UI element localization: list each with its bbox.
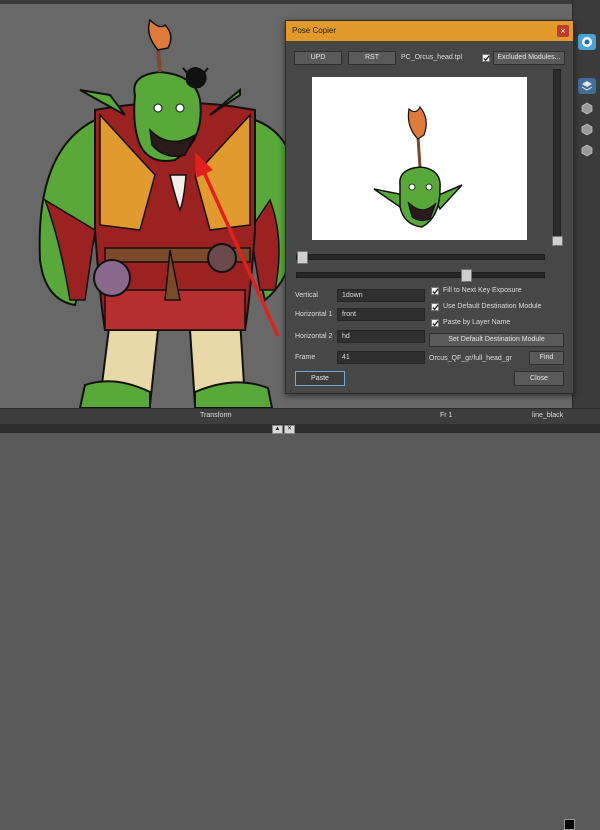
horizontal1-field[interactable]: front	[337, 308, 425, 321]
set-default-destination-button[interactable]: Set Default Destination Module	[429, 333, 564, 347]
pose-copier-dialog: Pose Copier × UPD RST PC_Orcus_head.tpl …	[285, 20, 574, 394]
cube-icon[interactable]	[578, 142, 596, 158]
horizontal2-label: Horizontal 2	[295, 333, 333, 340]
bottom-strip	[0, 424, 600, 433]
paste-by-layer-checkbox[interactable]	[431, 319, 439, 327]
paste-button[interactable]: Paste	[295, 371, 345, 386]
close-icon[interactable]: ×	[557, 25, 569, 37]
frame-field[interactable]: 41	[337, 351, 425, 364]
rst-button[interactable]: RST	[348, 51, 396, 65]
camera-view-icon[interactable]	[578, 34, 596, 50]
cube-icon[interactable]	[578, 121, 596, 137]
right-toolbar	[572, 0, 600, 408]
frame-label: Frame	[295, 354, 316, 361]
upd-button[interactable]: UPD	[294, 51, 342, 65]
vertical-slider-handle[interactable]	[552, 236, 563, 246]
paste-by-layer-label: Paste by Layer Name	[443, 319, 511, 326]
status-frame: Fr 1	[440, 412, 453, 419]
status-bar: Transform Fr 1 line_black	[0, 408, 600, 830]
preview-vertical-slider[interactable]	[552, 69, 563, 246]
find-button[interactable]: Find	[529, 351, 564, 365]
status-color-name: line_black	[532, 412, 564, 419]
excluded-modules-checkbox[interactable]	[482, 54, 490, 62]
current-color-swatch[interactable]	[564, 819, 575, 830]
cube-icon[interactable]	[578, 100, 596, 116]
horizontal2-field[interactable]: hd	[337, 330, 425, 343]
template-name: PC_Orcus_head.tpl	[401, 54, 463, 61]
dialog-title-bar[interactable]: Pose Copier ×	[286, 21, 573, 41]
destination-path: Orcus_QF_gr/full_head_gr	[429, 355, 512, 362]
status-mode: Transform	[200, 412, 232, 419]
use-default-dest-label: Use Default Destination Module	[443, 303, 542, 310]
dialog-title: Pose Copier	[292, 26, 337, 35]
vertical-label: Vertical	[295, 292, 318, 299]
excluded-modules-button[interactable]: Excluded Modules...	[493, 51, 565, 65]
preview-horizontal-slider-1[interactable]	[296, 251, 545, 264]
horizontal1-label: Horizontal 1	[295, 311, 333, 318]
orc-head-preview-image	[373, 105, 463, 228]
slider-2-handle[interactable]	[461, 269, 472, 282]
layers-icon[interactable]	[578, 78, 596, 94]
vertical-field[interactable]: 1down	[337, 289, 425, 302]
fill-next-key-checkbox[interactable]	[431, 287, 439, 295]
preview-horizontal-slider-2[interactable]	[296, 269, 545, 282]
slider-1-handle[interactable]	[297, 251, 308, 264]
close-button[interactable]: Close	[514, 371, 564, 386]
pose-preview	[312, 77, 527, 240]
fill-next-key-label: Fill to Next Key Exposure	[443, 287, 522, 294]
use-default-dest-checkbox[interactable]	[431, 303, 439, 311]
